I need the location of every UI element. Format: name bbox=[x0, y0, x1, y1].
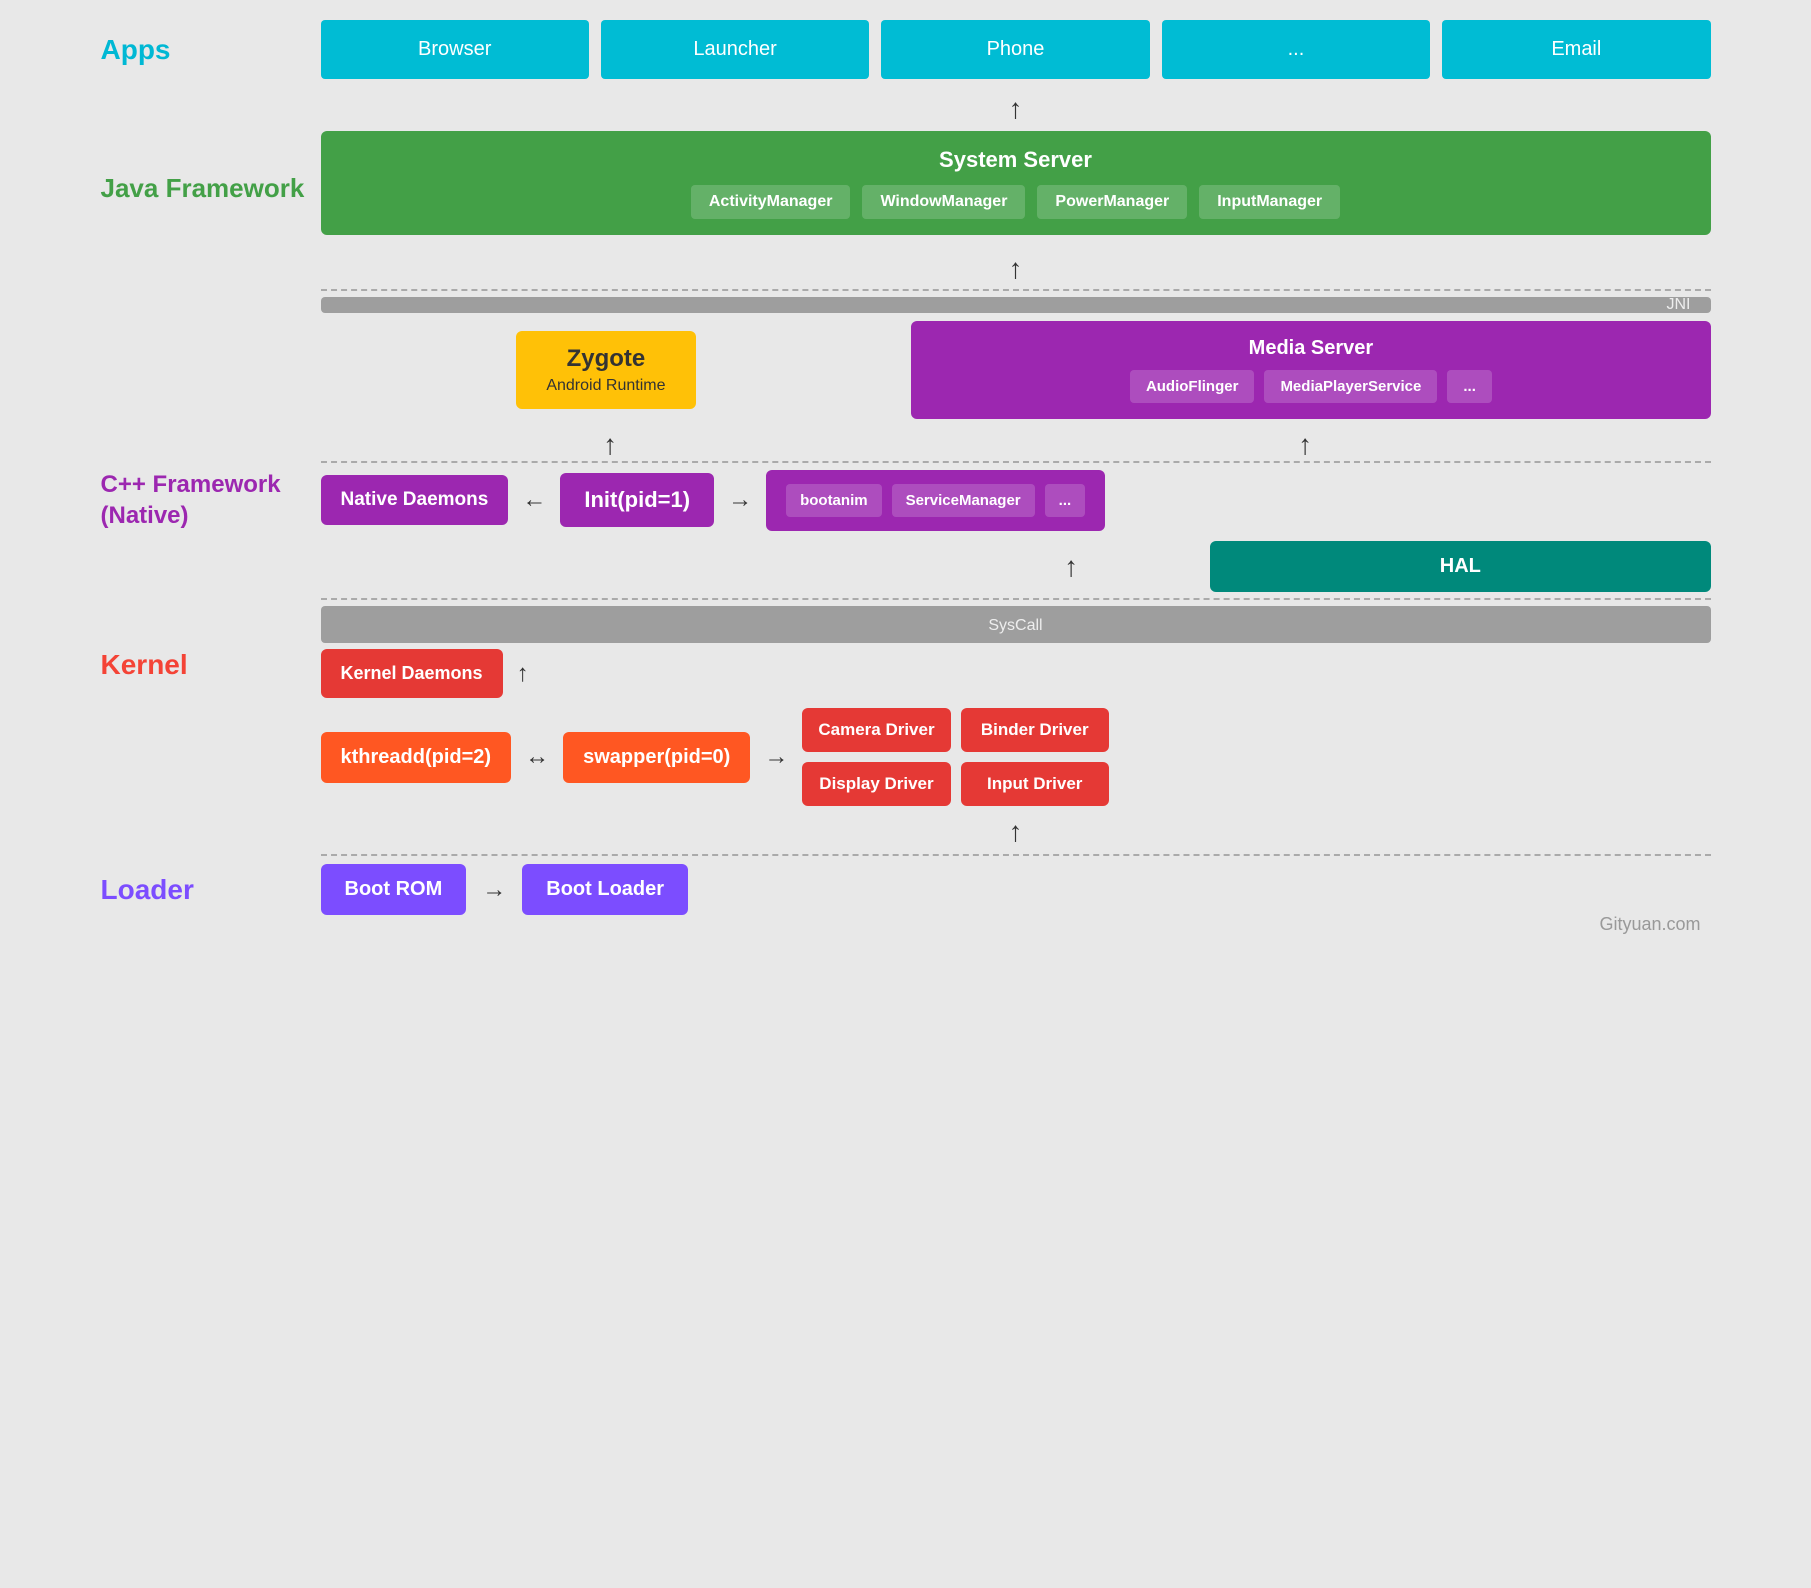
services-ellipsis: ... bbox=[1045, 484, 1086, 517]
jni-bar: JNI bbox=[321, 297, 1711, 313]
jni-section: JNI bbox=[101, 289, 1711, 313]
drivers-grid: Camera Driver Binder Driver Display Driv… bbox=[802, 708, 1109, 806]
cpp-arrow-row: ↑ ↑ bbox=[101, 429, 1711, 461]
cpp-content: Native Daemons ← Init(pid=1) → bootanim … bbox=[321, 470, 1711, 531]
kthreadd-box: kthreadd(pid=2) bbox=[321, 732, 512, 783]
loader-label: Loader bbox=[101, 874, 321, 906]
up-arrow-1: ↑ bbox=[1009, 95, 1023, 123]
cpp-framework-layer: C++ Framework (Native) Native Daemons ← … bbox=[101, 469, 1711, 531]
app-browser: Browser bbox=[321, 20, 589, 79]
kernel-bottom-row: kthreadd(pid=2) ↔ swapper(pid=0) → Camer… bbox=[321, 708, 1711, 806]
loader-content: Boot ROM → Boot Loader bbox=[321, 864, 1711, 915]
watermark: Gityuan.com bbox=[1599, 914, 1700, 935]
activity-manager: ActivityManager bbox=[691, 185, 851, 219]
arrow-boot-rom-loader: → bbox=[482, 876, 506, 904]
camera-driver: Camera Driver bbox=[802, 708, 950, 752]
zygote-box: Zygote Android Runtime bbox=[516, 331, 695, 409]
media-ellipsis: ... bbox=[1447, 370, 1492, 403]
loader-divider bbox=[101, 854, 1711, 856]
zygote-row: Zygote Android Runtime Media Server Audi… bbox=[101, 321, 1711, 419]
service-manager: ServiceManager bbox=[892, 484, 1035, 517]
kernel-top-row: Kernel Daemons ↑ bbox=[321, 649, 1711, 698]
up-arrow-4: ↑ bbox=[1298, 429, 1312, 461]
up-arrow-init: ↑ bbox=[1064, 551, 1078, 583]
media-server-box: Media Server AudioFlinger MediaPlayerSer… bbox=[911, 321, 1710, 419]
arrow-up-to-daemon: ↑ bbox=[517, 660, 529, 688]
syscall-bar: SysCall bbox=[321, 606, 1711, 643]
window-manager: WindowManager bbox=[862, 185, 1025, 219]
loader-row: Boot ROM → Boot Loader bbox=[321, 864, 1711, 915]
boot-rom-box: Boot ROM bbox=[321, 864, 467, 915]
media-server-items: AudioFlinger MediaPlayerService ... bbox=[931, 370, 1690, 403]
up-arrow-3: ↑ bbox=[603, 429, 617, 461]
system-server-content: System Server ActivityManager WindowMana… bbox=[321, 131, 1711, 245]
media-up-arrow-area: ↑ bbox=[900, 429, 1711, 461]
bootanim: bootanim bbox=[786, 484, 882, 517]
zygote-subtitle: Android Runtime bbox=[546, 377, 665, 395]
boot-loader-box: Boot Loader bbox=[522, 864, 688, 915]
cpp-row: Native Daemons ← Init(pid=1) → bootanim … bbox=[321, 470, 1711, 531]
apps-content: Browser Launcher Phone ... Email bbox=[321, 20, 1711, 79]
kernel-daemons-box: Kernel Daemons bbox=[321, 649, 503, 698]
cpp-divider bbox=[101, 461, 1711, 463]
zygote-area: Zygote Android Runtime bbox=[321, 321, 892, 409]
hal-box: HAL bbox=[1210, 541, 1710, 592]
input-driver: Input Driver bbox=[961, 762, 1109, 806]
kernel-label: Kernel bbox=[101, 649, 321, 681]
zygote-column: Zygote Android Runtime bbox=[516, 331, 695, 409]
cpp-framework-label: C++ Framework (Native) bbox=[101, 469, 321, 531]
init-up-indicator: ↑ bbox=[946, 551, 1196, 583]
input-manager: InputManager bbox=[1199, 185, 1340, 219]
java-framework-layer: Java Framework System Server ActivityMan… bbox=[101, 131, 1711, 245]
system-server-items: ActivityManager WindowManager PowerManag… bbox=[341, 185, 1691, 219]
apps-label: Apps bbox=[101, 34, 321, 66]
syscall-label: SysCall bbox=[988, 617, 1042, 634]
power-manager: PowerManager bbox=[1037, 185, 1187, 219]
hal-box-wrapper: HAL bbox=[1210, 541, 1710, 592]
binder-driver: Binder Driver bbox=[961, 708, 1109, 752]
media-server-area: Media Server AudioFlinger MediaPlayerSer… bbox=[891, 321, 1710, 419]
hal-area: ↑ HAL bbox=[321, 541, 1711, 592]
kernel-layer: Kernel Kernel Daemons ↑ kthreadd(pid=2) … bbox=[101, 649, 1711, 806]
hal-content: ↑ HAL bbox=[946, 541, 1711, 592]
kernel-content: Kernel Daemons ↑ kthreadd(pid=2) ↔ swapp… bbox=[321, 649, 1711, 806]
audio-flinger: AudioFlinger bbox=[1130, 370, 1255, 403]
app-email: Email bbox=[1442, 20, 1710, 79]
display-driver: Display Driver bbox=[802, 762, 950, 806]
system-server-box: System Server ActivityManager WindowMana… bbox=[321, 131, 1711, 235]
swapper-box: swapper(pid=0) bbox=[563, 732, 750, 783]
media-server-title: Media Server bbox=[931, 337, 1690, 360]
init-label: Init(pid=1) bbox=[584, 487, 690, 512]
arrow-swapper-drivers: → bbox=[764, 743, 788, 771]
loader-layer: Loader Boot ROM → Boot Loader bbox=[101, 864, 1711, 915]
up-arrow-loader: ↑ bbox=[1009, 816, 1023, 848]
media-player-service: MediaPlayerService bbox=[1264, 370, 1437, 403]
apps-layer: Apps Browser Launcher Phone ... Email bbox=[101, 20, 1711, 79]
syscall-section: SysCall bbox=[101, 598, 1711, 643]
app-ellipsis: ... bbox=[1162, 20, 1430, 79]
arrow-kthreadd-swapper: ↔ bbox=[525, 743, 549, 771]
services-box: bootanim ServiceManager ... bbox=[766, 470, 1105, 531]
native-daemons-box: Native Daemons bbox=[321, 475, 509, 525]
arrow-to-apps: ↑ bbox=[101, 95, 1711, 123]
hal-row: ↑ HAL bbox=[101, 541, 1711, 592]
init-box: Init(pid=1) bbox=[560, 473, 714, 527]
app-phone: Phone bbox=[881, 20, 1149, 79]
java-framework-label: Java Framework bbox=[101, 173, 321, 204]
up-arrow-2: ↑ bbox=[1009, 253, 1023, 285]
zygote-title: Zygote bbox=[546, 345, 665, 373]
apps-row: Browser Launcher Phone ... Email bbox=[321, 20, 1711, 79]
jni-label: JNI bbox=[1667, 296, 1691, 314]
zygote-up-arrow-area: ↑ bbox=[321, 429, 900, 461]
arrow-init-services: → bbox=[728, 486, 752, 514]
system-server-title: System Server bbox=[341, 147, 1691, 173]
app-launcher: Launcher bbox=[601, 20, 869, 79]
loader-up-arrow: ↑ bbox=[321, 816, 1711, 848]
arrow-to-system-server: ↑ bbox=[101, 253, 1711, 285]
loader-arrow-row: ↑ bbox=[101, 816, 1711, 848]
arrow-native-init: ← bbox=[522, 486, 546, 514]
